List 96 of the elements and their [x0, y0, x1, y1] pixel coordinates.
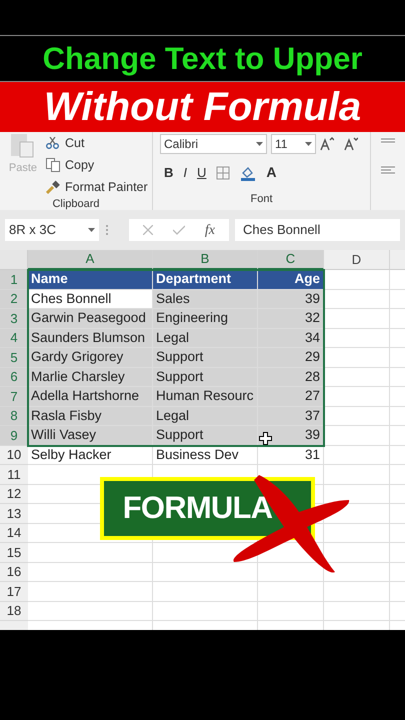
table-cell[interactable]: 37: [258, 406, 324, 426]
check-icon[interactable]: [172, 225, 185, 235]
table-cell[interactable]: 39: [258, 290, 324, 309]
grow-font-icon[interactable]: [320, 137, 334, 151]
column-header[interactable]: B: [153, 250, 258, 270]
cancel-icon[interactable]: [142, 225, 153, 235]
table-cell[interactable]: [324, 426, 390, 446]
table-cell[interactable]: Saunders Blumson: [28, 328, 153, 348]
scissors-icon: [46, 137, 60, 150]
row-header[interactable]: 8: [0, 406, 28, 426]
insert-function-button[interactable]: fx: [204, 220, 215, 240]
row-header[interactable]: 15: [0, 543, 28, 562]
table-cell[interactable]: [324, 348, 390, 368]
table-cell[interactable]: Business Dev: [153, 446, 258, 465]
row-header[interactable]: 5: [0, 348, 28, 368]
banner-title: Change Text to Upper: [42, 43, 362, 74]
table-cell[interactable]: [324, 406, 390, 426]
row-header[interactable]: 7: [0, 387, 28, 406]
table-cell[interactable]: Ches Bonnell: [28, 290, 153, 309]
caret-icon: [256, 142, 263, 146]
row-header[interactable]: 14: [0, 524, 28, 543]
table-cell[interactable]: Support: [153, 368, 258, 387]
table-cell[interactable]: Gardy Grigorey: [28, 348, 153, 368]
table-cell[interactable]: Human Resourc: [153, 387, 258, 406]
table-cell[interactable]: [324, 270, 390, 290]
table-cell[interactable]: Support: [153, 426, 258, 446]
header-cell[interactable]: Age: [258, 270, 324, 290]
table-cell[interactable]: Rasla Fisby: [28, 406, 153, 426]
table-cell[interactable]: 28: [258, 368, 324, 387]
table-cell[interactable]: [324, 328, 390, 348]
column-header[interactable]: C: [258, 250, 324, 270]
bold-button[interactable]: B: [164, 162, 174, 182]
column-header[interactable]: D: [324, 250, 390, 270]
cut-button[interactable]: Cut: [46, 134, 148, 153]
table-cell[interactable]: Selby Hacker: [28, 446, 153, 465]
table-cell[interactable]: Legal: [153, 328, 258, 348]
paste-icon[interactable]: [10, 134, 36, 158]
font-name-dropdown[interactable]: Calibri: [160, 134, 267, 154]
row-header[interactable]: 1: [0, 270, 28, 290]
header-cell[interactable]: Department: [153, 270, 258, 290]
header-cell[interactable]: Name: [28, 270, 153, 290]
copy-icon: [46, 158, 60, 172]
row-header[interactable]: 10: [0, 446, 28, 465]
group-label: Font: [250, 192, 272, 207]
row-header[interactable]: 4: [0, 328, 28, 348]
font-size-dropdown[interactable]: 11: [271, 134, 316, 154]
align-top-icon[interactable]: [381, 138, 395, 144]
shrink-font-icon[interactable]: [344, 137, 358, 151]
align-left-icon[interactable]: [381, 166, 395, 174]
row-header[interactable]: 16: [0, 562, 28, 582]
banner-subtitle: Without Formula: [44, 87, 362, 127]
table-cell[interactable]: 32: [258, 309, 324, 328]
table-cell[interactable]: 34: [258, 328, 324, 348]
underline-button[interactable]: U: [197, 162, 206, 182]
table-cell[interactable]: [324, 446, 390, 465]
caret-icon: [305, 142, 312, 146]
row-header[interactable]: 13: [0, 504, 28, 524]
table-cell[interactable]: Willi Vasey: [28, 426, 153, 446]
move-cursor-icon: [259, 432, 272, 445]
row-header[interactable]: 18: [0, 602, 28, 621]
table-cell[interactable]: 27: [258, 387, 324, 406]
table-cell[interactable]: Support: [153, 348, 258, 368]
row-header[interactable]: 3: [0, 309, 28, 328]
row-header[interactable]: 6: [0, 368, 28, 387]
table-cell[interactable]: 29: [258, 348, 324, 368]
caret-icon: [88, 228, 95, 232]
font-color-button[interactable]: A: [266, 162, 277, 183]
formula-input[interactable]: Ches Bonnell: [235, 219, 400, 241]
name-box[interactable]: 8R x 3C: [5, 219, 99, 241]
row-header[interactable]: 9: [0, 426, 28, 446]
table-cell[interactable]: Adella Hartshorne: [28, 387, 153, 406]
row-header[interactable]: 11: [0, 465, 28, 484]
copy-button[interactable]: Copy: [46, 156, 148, 174]
table-cell[interactable]: [324, 368, 390, 387]
table-cell[interactable]: Legal: [153, 406, 258, 426]
table-cell[interactable]: [324, 290, 390, 309]
italic-button[interactable]: I: [183, 162, 188, 182]
row-header[interactable]: 2: [0, 290, 28, 309]
borders-icon[interactable]: [216, 166, 230, 180]
column-header[interactable]: [390, 250, 405, 270]
column-header[interactable]: A: [28, 250, 153, 270]
table-cell[interactable]: Sales: [153, 290, 258, 309]
row-header[interactable]: 17: [0, 582, 28, 602]
table-cell[interactable]: [324, 309, 390, 328]
table-cell[interactable]: Garwin Peasegood: [28, 309, 153, 328]
select-all-corner[interactable]: [0, 250, 28, 270]
table-cell[interactable]: Engineering: [153, 309, 258, 328]
row-header[interactable]: 12: [0, 484, 28, 504]
group-label: Clipboard: [52, 197, 100, 212]
table-cell[interactable]: Marlie Charsley: [28, 368, 153, 387]
painter-button[interactable]: Format Painter: [46, 178, 148, 196]
table-cell[interactable]: 31: [258, 446, 324, 465]
table-cell[interactable]: [324, 387, 390, 406]
fill-color-icon[interactable]: [240, 164, 256, 180]
brush-icon: [46, 180, 60, 194]
more-icon: [105, 224, 109, 236]
